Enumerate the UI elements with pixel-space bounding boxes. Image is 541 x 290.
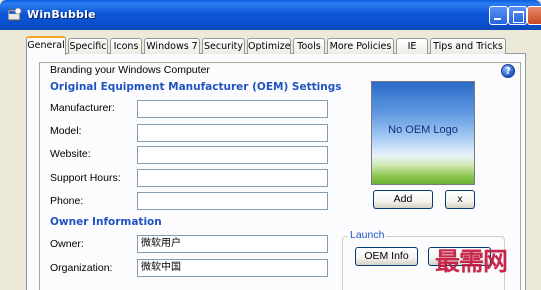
minimize-icon[interactable] [489, 6, 508, 25]
launch-group-title: Launch [348, 229, 387, 241]
tab-tools[interactable]: Tools [293, 38, 325, 54]
model-field[interactable] [137, 124, 328, 142]
manufacturer-field[interactable] [137, 100, 328, 118]
window-title: WinBubble [27, 8, 96, 21]
tab-windows-7[interactable]: Windows 7 [144, 38, 200, 54]
title-bar[interactable]: WinBubble [0, 0, 541, 30]
oem-logo-placeholder: No OEM Logo [388, 124, 458, 136]
manufacturer-label: Manufacturer: [50, 102, 115, 114]
remove-logo-button[interactable]: x [445, 190, 475, 209]
organization-label: Organization: [50, 262, 113, 274]
maximize-icon[interactable] [508, 6, 527, 25]
watermark: 最需网 [435, 247, 508, 276]
tab-optimize[interactable]: Optimize [247, 38, 291, 54]
website-field[interactable] [137, 146, 328, 164]
oem-heading: Original Equipment Manufacturer (OEM) Se… [50, 81, 342, 93]
support-hours-label: Support Hours: [50, 172, 121, 184]
oem-logo-preview: No OEM Logo [371, 81, 475, 185]
branding-group-title: Branding your Windows Computer [50, 64, 210, 76]
tab-security[interactable]: Security [202, 38, 245, 54]
organization-field[interactable]: 微软中国 [137, 259, 328, 277]
owner-field[interactable]: 微软用户 [137, 235, 328, 253]
tab-specific[interactable]: Specific [68, 38, 108, 54]
website-label: Website: [50, 148, 91, 160]
owner-heading: Owner Information [50, 216, 162, 228]
tab-general[interactable]: General [26, 36, 66, 55]
oem-info-button[interactable]: OEM Info [355, 247, 418, 266]
tab-ie[interactable]: IE [396, 38, 428, 54]
owner-label: Owner: [50, 238, 84, 250]
app-window: WinBubble General Specific Icons Windows… [0, 0, 541, 290]
model-label: Model: [50, 125, 82, 137]
winbubble-app-icon [8, 8, 22, 21]
add-logo-button[interactable]: Add [373, 190, 433, 209]
support-hours-field[interactable] [137, 169, 328, 187]
help-icon[interactable]: ? [501, 64, 515, 78]
phone-field[interactable] [137, 192, 328, 210]
phone-label: Phone: [50, 195, 84, 207]
tab-tips-and-tricks[interactable]: Tips and Tricks [430, 38, 506, 54]
close-icon[interactable] [527, 6, 541, 25]
tab-more-policies[interactable]: More Policies [327, 38, 394, 54]
tab-icons[interactable]: Icons [110, 38, 142, 54]
